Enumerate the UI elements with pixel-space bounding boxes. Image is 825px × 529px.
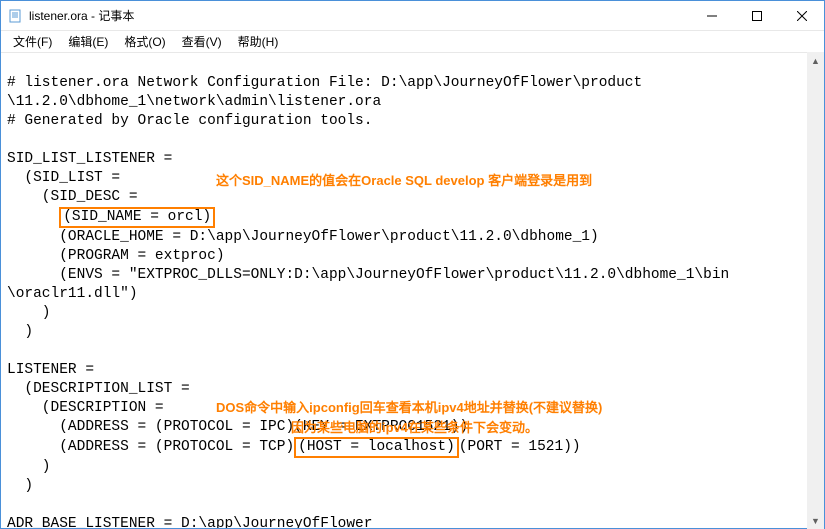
text-line: SID_LIST_LISTENER = <box>7 151 172 167</box>
scroll-track[interactable] <box>807 69 824 512</box>
text-line: \11.2.0\dbhome_1\network\admin\listener.… <box>7 94 381 110</box>
text-line: # listener.ora Network Configuration Fil… <box>7 75 642 91</box>
menu-format[interactable]: 格式(O) <box>116 31 173 52</box>
menu-help[interactable]: 帮助(H) <box>230 31 287 52</box>
menu-edit[interactable]: 编辑(E) <box>60 31 116 52</box>
highlight-host: (HOST = localhost) <box>294 437 459 458</box>
text-indent: (ADDRESS = (PROTOCOL = TCP) <box>7 439 294 455</box>
text-line: ) <box>7 478 33 494</box>
text-line: LISTENER = <box>7 362 94 378</box>
menu-file[interactable]: 文件(F) <box>5 31 60 52</box>
scroll-up-icon[interactable]: ▲ <box>807 52 824 69</box>
menubar: 文件(F) 编辑(E) 格式(O) 查看(V) 帮助(H) <box>1 31 824 53</box>
annotation-ipconfig: DOS命令中输入ipconfig回车查看本机ipv4地址并替换(不建议替换) <box>216 398 602 417</box>
maximize-button[interactable] <box>734 1 779 30</box>
highlight-sid-name: (SID_NAME = orcl) <box>59 207 215 228</box>
text-tail: (PORT = 1521)) <box>459 439 581 455</box>
annotation-sid: 这个SID_NAME的值会在Oracle SQL develop 客户端登录是用… <box>216 171 592 190</box>
text-line: (DESCRIPTION = <box>7 400 164 416</box>
window-controls <box>689 1 824 30</box>
minimize-button[interactable] <box>689 1 734 30</box>
text-line: (ORACLE_HOME = D:\app\JourneyOfFlower\pr… <box>7 229 599 245</box>
text-line: ) <box>7 324 33 340</box>
window-title: listener.ora - 记事本 <box>29 7 689 24</box>
text-line: (DESCRIPTION_LIST = <box>7 381 190 397</box>
scroll-down-icon[interactable]: ▼ <box>807 512 824 529</box>
close-button[interactable] <box>779 1 824 30</box>
text-line: ADR_BASE_LISTENER = D:\app\JourneyOfFlow… <box>7 516 372 528</box>
titlebar: listener.ora - 记事本 <box>1 1 824 31</box>
text-line: (SID_LIST = <box>7 170 120 186</box>
annotation-ipv4: 因为某些电脑的ipv4在某些条件下会变动。 <box>291 418 538 437</box>
vertical-scrollbar[interactable]: ▲ ▼ <box>807 52 824 529</box>
text-line: \oraclr11.dll") <box>7 286 138 302</box>
text-line: ) <box>7 305 51 321</box>
text-line: (ENVS = "EXTPROC_DLLS=ONLY:D:\app\Journe… <box>7 267 729 283</box>
text-indent <box>7 209 59 225</box>
notepad-icon <box>7 8 23 24</box>
text-line: (SID_DESC = <box>7 189 138 205</box>
editor-content[interactable]: # listener.ora Network Configuration Fil… <box>1 53 824 528</box>
menu-view[interactable]: 查看(V) <box>174 31 230 52</box>
text-line: ) <box>7 459 51 475</box>
text-line: (PROGRAM = extproc) <box>7 248 225 264</box>
text-line: # Generated by Oracle configuration tool… <box>7 113 372 129</box>
